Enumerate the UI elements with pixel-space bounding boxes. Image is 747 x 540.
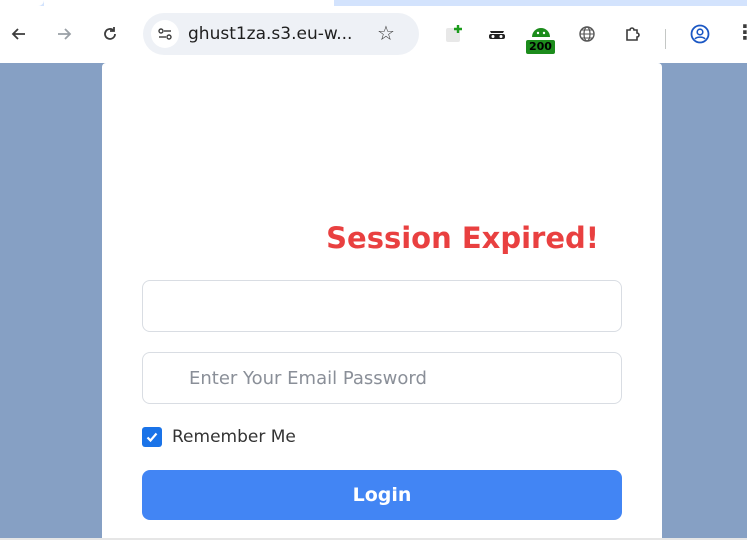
browser-toolbar: ghust1za.s3.eu-w... ☆ 200 ⋮ [0,6,747,63]
check-icon [146,432,158,443]
tune-icon [158,28,172,40]
page-title: Session Expired! [326,221,599,255]
toolbar-separator [665,29,666,49]
remember-label: Remember Me [172,427,296,447]
login-button[interactable]: Login [142,470,622,520]
url-text[interactable]: ghust1za.s3.eu-w... [188,24,352,44]
password-input[interactable] [143,353,621,403]
menu-dots-icon[interactable]: ⋮ [735,20,747,44]
arrow-right-icon [58,28,72,40]
remember-checkbox[interactable] [142,427,162,447]
email-field[interactable] [142,280,622,332]
password-field[interactable] [142,352,622,404]
reload-icon [104,27,116,40]
puzzle-icon[interactable] [619,20,647,48]
bookmark-star-icon[interactable]: ☆ [377,21,395,45]
globe-extension-icon[interactable] [573,20,601,48]
site-info-button[interactable] [151,20,179,48]
profile-icon[interactable] [686,20,714,48]
login-card: Session Expired! Remember Me Login [102,63,662,540]
spy-extension-icon[interactable] [483,20,511,48]
email-input[interactable] [143,281,621,331]
back-button[interactable] [5,20,33,48]
arrow-left-icon [11,28,25,40]
add-extension-icon[interactable] [440,20,468,48]
remember-me[interactable]: Remember Me [142,427,296,447]
forward-button[interactable] [50,20,78,48]
address-bar[interactable]: ghust1za.s3.eu-w... ☆ [143,13,419,55]
extension-badge: 200 [526,40,555,54]
reload-button[interactable] [96,20,124,48]
